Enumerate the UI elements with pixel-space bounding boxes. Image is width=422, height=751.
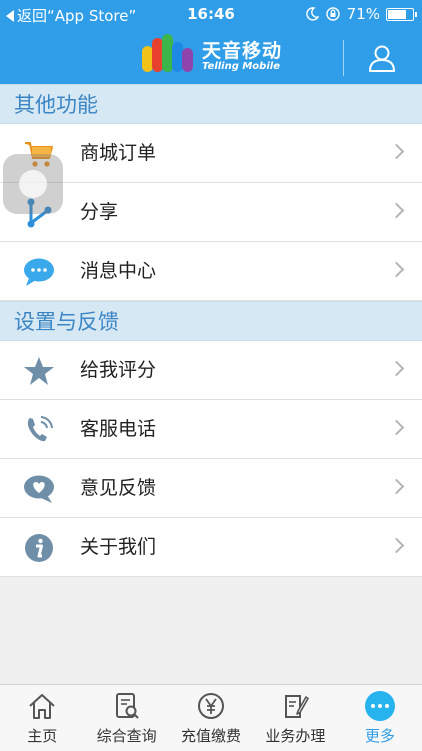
chevron-right-icon: [388, 261, 405, 278]
info-icon: [25, 534, 53, 562]
chevron-right-icon: [388, 478, 405, 495]
list-item-feedback[interactable]: 意见反馈: [0, 459, 422, 518]
tab-more[interactable]: 更多: [338, 685, 422, 751]
list-item-label: 商城订单: [80, 142, 157, 164]
tab-general-query[interactable]: 综合查询: [84, 685, 168, 751]
brand-logo: 天音移动 Telling Mobile: [140, 34, 283, 76]
list-item-label: 消息中心: [80, 260, 157, 282]
search-document-icon: [115, 693, 139, 719]
brand-name-en: Telling Mobile: [202, 60, 280, 72]
yen-coin-icon: [198, 693, 225, 719]
tab-label: 充值缴费: [181, 727, 242, 745]
app-header: 天音移动 Telling Mobile: [0, 30, 422, 84]
star-icon: [24, 357, 54, 385]
user-profile-icon[interactable]: [366, 42, 398, 74]
tab-label: 更多: [364, 727, 395, 745]
list-item-label: 给我评分: [80, 359, 157, 381]
tab-recharge-payment[interactable]: 充值缴费: [169, 685, 253, 751]
list-item-label: 客服电话: [80, 418, 157, 440]
chevron-right-icon: [388, 143, 405, 160]
chevron-right-icon: [388, 202, 405, 219]
status-right: 71%: [305, 5, 417, 23]
chevron-right-icon: [388, 360, 405, 377]
tab-business-handling[interactable]: 业务办理: [253, 685, 337, 751]
list-item-mall-orders[interactable]: 商城订单: [0, 124, 422, 183]
section-header-other: 其他功能: [0, 84, 422, 124]
list-item-about-us[interactable]: 关于我们: [0, 518, 422, 577]
logo-mark-icon: [140, 34, 196, 76]
tab-label: 综合查询: [96, 727, 157, 745]
tab-home[interactable]: 主页: [0, 685, 84, 751]
home-icon: [29, 694, 55, 719]
more-icon: [364, 691, 395, 721]
section-header-settings-feedback: 设置与反馈: [0, 301, 422, 341]
assistive-touch-icon: [19, 170, 47, 198]
status-bar: 返回“App Store” 16:46 71%: [0, 0, 422, 30]
chevron-right-icon: [388, 537, 405, 554]
clipboard-pen-icon: [285, 695, 310, 718]
heart-bubble-icon: [24, 475, 54, 503]
brand-name-cn: 天音移动: [202, 39, 283, 62]
list-item-customer-service-phone[interactable]: 客服电话: [0, 400, 422, 459]
battery-percent: 71%: [346, 5, 380, 23]
list-item-rate-us[interactable]: 给我评分: [0, 341, 422, 400]
phone-icon: [27, 416, 53, 442]
list-item-label: 意见反馈: [80, 477, 157, 499]
assistive-touch-button[interactable]: [3, 154, 63, 214]
header-divider: [343, 40, 344, 76]
tab-label: 业务办理: [265, 727, 326, 745]
list-item-label: 关于我们: [80, 536, 157, 558]
chevron-right-icon: [388, 419, 405, 436]
rotation-lock-icon: [325, 7, 340, 21]
settings-list: 其他功能 商城订单 分享 消息中心 设置与反馈 给我评分 客服电话 意见反馈 关…: [0, 84, 422, 577]
message-bubble-icon: [24, 258, 54, 286]
bottom-tab-bar: 主页 综合查询 充值缴费 业务办理 更多: [0, 684, 422, 751]
list-item-label: 分享: [80, 201, 119, 223]
list-item-share[interactable]: 分享: [0, 183, 422, 242]
tab-label: 主页: [27, 727, 58, 745]
moon-icon: [305, 7, 319, 21]
list-item-message-center[interactable]: 消息中心: [0, 242, 422, 301]
battery-icon: [386, 7, 417, 21]
